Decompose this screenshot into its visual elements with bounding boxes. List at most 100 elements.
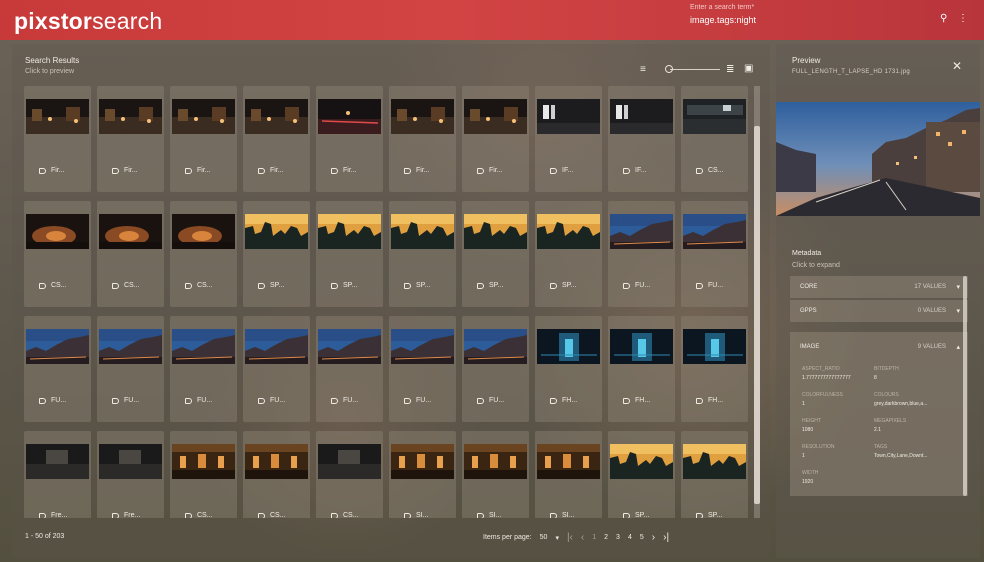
page-5-button[interactable]: 5	[640, 534, 644, 541]
result-card[interactable]: SP...	[316, 201, 383, 307]
result-card[interactable]: FU...	[608, 201, 675, 307]
result-thumbnail[interactable]	[26, 329, 89, 364]
result-thumbnail[interactable]	[464, 444, 527, 479]
result-thumbnail[interactable]	[318, 329, 381, 364]
next-page-icon[interactable]: ›	[652, 532, 655, 543]
result-card[interactable]: FU...	[170, 316, 237, 422]
result-card[interactable]: Fre...	[24, 431, 91, 518]
result-thumbnail[interactable]	[391, 99, 454, 134]
result-thumbnail[interactable]	[537, 99, 600, 134]
result-thumbnail[interactable]	[172, 444, 235, 479]
result-card[interactable]: SP...	[608, 431, 675, 518]
result-card[interactable]: Fir...	[170, 86, 237, 192]
result-card[interactable]: IF...	[535, 86, 602, 192]
result-card[interactable]: SP...	[462, 201, 529, 307]
thumbnail-size-slider-thumb[interactable]	[665, 65, 673, 73]
page-3-button[interactable]: 3	[616, 534, 620, 541]
result-card[interactable]: CS...	[97, 201, 164, 307]
page-4-button[interactable]: 4	[628, 534, 632, 541]
chevron-down-icon[interactable]: ▾	[555, 534, 559, 542]
result-card[interactable]: Fir...	[462, 86, 529, 192]
result-thumbnail[interactable]	[245, 444, 308, 479]
result-thumbnail[interactable]	[464, 329, 527, 364]
result-card[interactable]: CS...	[681, 86, 748, 192]
result-thumbnail[interactable]	[537, 214, 600, 249]
result-card[interactable]: Fre...	[97, 431, 164, 518]
result-card[interactable]: FU...	[681, 201, 748, 307]
result-card[interactable]: Fir...	[97, 86, 164, 192]
result-thumbnail[interactable]	[245, 214, 308, 249]
search-input[interactable]: image.tags:night	[690, 15, 870, 25]
result-thumbnail[interactable]	[318, 444, 381, 479]
chevron-down-icon[interactable]: ▾	[956, 307, 960, 315]
result-card[interactable]: IF...	[608, 86, 675, 192]
result-card[interactable]: Fir...	[24, 86, 91, 192]
result-card[interactable]: CS...	[170, 431, 237, 518]
result-thumbnail[interactable]	[172, 329, 235, 364]
result-thumbnail[interactable]	[464, 214, 527, 249]
result-card[interactable]: FH...	[535, 316, 602, 422]
metadata-section-gpps[interactable]: GPPS 0 VALUES ▾	[790, 300, 968, 322]
result-thumbnail[interactable]	[26, 99, 89, 134]
result-thumbnail[interactable]	[610, 99, 673, 134]
chevron-up-icon[interactable]: ▴	[956, 343, 960, 351]
result-thumbnail[interactable]	[318, 214, 381, 249]
close-icon[interactable]: ✕	[952, 59, 962, 73]
metadata-section-image[interactable]: IMAGE 9 VALUES ▴ ASPECT_RATIO 1.77777777…	[790, 332, 968, 496]
result-card[interactable]: Fir...	[389, 86, 456, 192]
list-view-icon[interactable]: ≡	[640, 64, 646, 75]
result-card[interactable]: FU...	[316, 316, 383, 422]
result-card[interactable]: SI...	[389, 431, 456, 518]
result-thumbnail[interactable]	[610, 214, 673, 249]
metadata-scrollbar[interactable]	[963, 276, 967, 496]
search-icon[interactable]: ⚲	[940, 13, 947, 24]
result-card[interactable]: SP...	[681, 431, 748, 518]
result-thumbnail[interactable]	[99, 99, 162, 134]
result-card[interactable]: SP...	[535, 201, 602, 307]
result-card[interactable]: FU...	[24, 316, 91, 422]
result-thumbnail[interactable]	[26, 444, 89, 479]
last-page-icon[interactable]: ›|	[663, 532, 669, 543]
result-card[interactable]: SP...	[243, 201, 310, 307]
result-thumbnail[interactable]	[610, 444, 673, 479]
app-logo[interactable]: pixstorsearch	[14, 8, 162, 35]
result-thumbnail[interactable]	[245, 99, 308, 134]
result-card[interactable]: FH...	[608, 316, 675, 422]
result-card[interactable]: FU...	[97, 316, 164, 422]
result-thumbnail[interactable]	[391, 214, 454, 249]
result-thumbnail[interactable]	[245, 329, 308, 364]
result-thumbnail[interactable]	[99, 444, 162, 479]
items-per-page-select[interactable]: 50	[540, 534, 548, 541]
metadata-section-core[interactable]: CORE 17 VALUES ▾	[790, 276, 968, 298]
result-card[interactable]: CS...	[316, 431, 383, 518]
result-card[interactable]: CS...	[243, 431, 310, 518]
result-thumbnail[interactable]	[99, 214, 162, 249]
result-thumbnail[interactable]	[391, 329, 454, 364]
result-thumbnail[interactable]	[172, 214, 235, 249]
result-thumbnail[interactable]	[318, 99, 381, 134]
previous-page-icon[interactable]: ‹	[581, 532, 584, 543]
thumbnail-size-slider-track[interactable]	[670, 69, 720, 70]
result-card[interactable]: SI...	[462, 431, 529, 518]
result-thumbnail[interactable]	[26, 214, 89, 249]
result-thumbnail[interactable]	[537, 329, 600, 364]
chevron-down-icon[interactable]: ▾	[956, 283, 960, 291]
result-card[interactable]: Fir...	[243, 86, 310, 192]
result-thumbnail[interactable]	[99, 329, 162, 364]
result-thumbnail[interactable]	[391, 444, 454, 479]
result-thumbnail[interactable]	[172, 99, 235, 134]
result-card[interactable]: SI...	[535, 431, 602, 518]
result-thumbnail[interactable]	[683, 214, 746, 249]
result-thumbnail[interactable]	[683, 444, 746, 479]
result-card[interactable]: FU...	[462, 316, 529, 422]
result-thumbnail[interactable]	[537, 444, 600, 479]
page-1-button[interactable]: 1	[592, 534, 596, 541]
result-card[interactable]: SP...	[389, 201, 456, 307]
result-card[interactable]: FU...	[243, 316, 310, 422]
search-field[interactable]: Enter a search term* image.tags:night	[690, 4, 870, 25]
result-card[interactable]: FH...	[681, 316, 748, 422]
page-2-button[interactable]: 2	[604, 534, 608, 541]
result-card[interactable]: CS...	[170, 201, 237, 307]
results-scrollbar[interactable]	[754, 86, 760, 518]
filter-icon[interactable]: ≣	[726, 64, 734, 75]
